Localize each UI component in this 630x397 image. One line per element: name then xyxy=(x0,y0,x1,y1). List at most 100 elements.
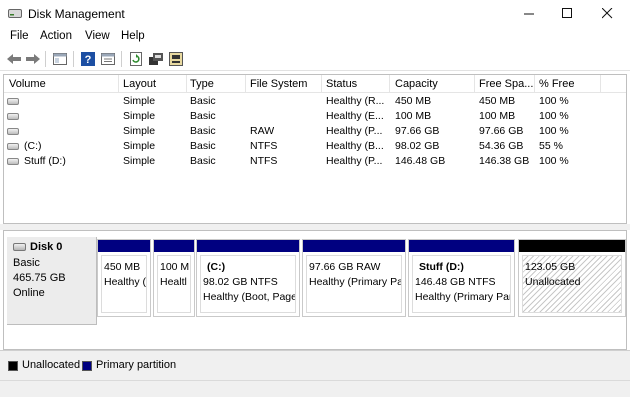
cell-type: Basic xyxy=(190,125,216,137)
cell-capacity: 100 MB xyxy=(395,110,432,122)
partition-block[interactable]: 97.66 GB RAW Healthy (Primary Pa xyxy=(302,239,406,317)
column-header-volume[interactable]: Volume xyxy=(9,78,117,90)
partition-block[interactable]: 450 MB Healthy ( xyxy=(97,239,151,317)
disk-size: 465.75 GB xyxy=(13,272,66,284)
disk-properties-icon[interactable] xyxy=(168,51,184,67)
column-header-type[interactable]: Type xyxy=(190,78,244,90)
table-row[interactable]: Stuff (D:) Simple Basic NTFS Healthy (P.… xyxy=(4,154,626,169)
maximize-button[interactable] xyxy=(548,0,586,27)
menu-file[interactable]: File xyxy=(10,30,29,42)
partition-block[interactable]: 100 M Healtl xyxy=(153,239,195,317)
forward-arrow-icon[interactable] xyxy=(25,51,41,67)
partition-body: 123.05 GB Unallocated xyxy=(522,255,622,313)
column-divider[interactable] xyxy=(534,75,535,93)
properties-icon[interactable] xyxy=(100,51,116,67)
legend-label-unallocated: Unallocated xyxy=(22,359,81,371)
minimize-button[interactable] xyxy=(510,0,548,27)
disk-type: Basic xyxy=(13,257,40,269)
column-header-capacity[interactable]: Capacity xyxy=(395,78,473,90)
cell-free-space: 146.38 GB xyxy=(479,155,530,167)
legend-swatch-unallocated xyxy=(8,361,18,371)
close-button[interactable] xyxy=(588,0,626,27)
refresh-icon[interactable] xyxy=(128,51,144,67)
disk-0-label[interactable]: Disk 0 Basic 465.75 GB Online xyxy=(7,237,97,325)
minimize-icon xyxy=(523,13,534,15)
partition-size: 146.48 GB NTFS xyxy=(415,276,496,288)
cell-capacity: 98.02 GB xyxy=(395,140,440,152)
legend-swatch-primary xyxy=(82,361,92,371)
column-divider[interactable] xyxy=(118,75,119,93)
table-row[interactable]: (C:) Simple Basic NTFS Healthy (B... 98.… xyxy=(4,139,626,154)
console-tree-icon[interactable] xyxy=(52,51,68,67)
cell-volume: (C:) xyxy=(24,140,42,152)
title-bar: Disk Management xyxy=(0,0,630,27)
cell-layout: Simple xyxy=(123,125,156,137)
partition-block[interactable]: Stuff (D:) 146.48 GB NTFS Healthy (Prima… xyxy=(408,239,515,317)
help-icon[interactable]: ? xyxy=(80,51,96,67)
column-divider[interactable] xyxy=(389,75,390,93)
legend-bar: Unallocated Primary partition xyxy=(0,350,630,380)
cell-free-space: 450 MB xyxy=(479,95,516,107)
cell-capacity: 146.48 GB xyxy=(395,155,446,167)
disk-name: Disk 0 xyxy=(30,241,63,253)
partition-body: 100 M Healtl xyxy=(157,255,191,313)
partition-size: 123.05 GB xyxy=(525,261,576,273)
rescan-disks-icon[interactable] xyxy=(148,51,164,67)
disk-graphical-view: Disk 0 Basic 465.75 GB Online 450 MB Hea… xyxy=(3,230,627,350)
toolbar-separator xyxy=(121,51,122,67)
cell-type: Basic xyxy=(190,140,216,152)
table-header: Volume Layout Type File System Status Ca… xyxy=(4,75,626,93)
partition-name: (C:) xyxy=(207,261,226,273)
menu-help[interactable]: Help xyxy=(121,30,145,42)
column-header-file-system[interactable]: File System xyxy=(250,78,320,90)
partition-body: (C:) 98.02 GB NTFS Healthy (Boot, Page xyxy=(200,255,296,313)
cell-capacity: 450 MB xyxy=(395,95,432,107)
cell-percent-free: 100 % xyxy=(539,95,569,107)
cell-type: Basic xyxy=(190,155,216,167)
partition-status: Healthy (Primary Par xyxy=(415,291,511,303)
table-row[interactable]: Simple Basic Healthy (E... 100 MB 100 MB… xyxy=(4,109,626,124)
partition-color-bar xyxy=(197,240,299,252)
column-header-status[interactable]: Status xyxy=(326,78,388,90)
cell-capacity: 97.66 GB xyxy=(395,125,440,137)
cell-file-system: NTFS xyxy=(250,155,278,167)
volume-icon xyxy=(7,143,19,150)
partition-size: 100 M xyxy=(160,261,190,273)
back-arrow-icon[interactable] xyxy=(6,51,22,67)
partition-status: Healthy ( xyxy=(104,276,147,288)
partition-color-bar xyxy=(519,240,625,252)
toolbar: ? xyxy=(0,47,630,71)
partition-color-bar xyxy=(98,240,150,252)
maximize-icon xyxy=(561,8,572,18)
disk-management-app-icon xyxy=(8,9,22,18)
cell-layout: Simple xyxy=(123,110,156,122)
cell-status: Healthy (E... xyxy=(326,110,384,122)
column-divider[interactable] xyxy=(321,75,322,93)
unallocated-block[interactable]: 123.05 GB Unallocated xyxy=(518,239,626,317)
partition-block[interactable]: (C:) 98.02 GB NTFS Healthy (Boot, Page xyxy=(196,239,300,317)
menu-view[interactable]: View xyxy=(85,30,110,42)
partition-body: 450 MB Healthy ( xyxy=(101,255,147,313)
column-divider[interactable] xyxy=(186,75,187,93)
cell-free-space: 100 MB xyxy=(479,110,516,122)
partition-body: Stuff (D:) 146.48 GB NTFS Healthy (Prima… xyxy=(412,255,511,313)
column-header-free-space[interactable]: Free Spa... xyxy=(479,78,533,90)
partition-status: Healtl xyxy=(160,276,187,288)
column-divider[interactable] xyxy=(474,75,475,93)
column-divider[interactable] xyxy=(245,75,246,93)
cell-status: Healthy (R... xyxy=(326,95,385,107)
table-row[interactable]: Simple Basic Healthy (R... 450 MB 450 MB… xyxy=(4,94,626,109)
column-header-layout[interactable]: Layout xyxy=(123,78,185,90)
menu-action[interactable]: Action xyxy=(40,30,72,42)
column-header-percent-free[interactable]: % Free xyxy=(539,78,599,90)
table-row[interactable]: Simple Basic RAW Healthy (P... 97.66 GB … xyxy=(4,124,626,139)
cell-percent-free: 100 % xyxy=(539,125,569,137)
volume-icon xyxy=(7,98,19,105)
column-divider[interactable] xyxy=(600,75,601,93)
cell-status: Healthy (P... xyxy=(326,155,383,167)
partition-color-bar xyxy=(303,240,405,252)
partition-name: Stuff (D:) xyxy=(419,261,464,273)
close-icon xyxy=(601,8,612,19)
cell-percent-free: 55 % xyxy=(539,140,563,152)
partition-size: 450 MB xyxy=(104,261,141,273)
